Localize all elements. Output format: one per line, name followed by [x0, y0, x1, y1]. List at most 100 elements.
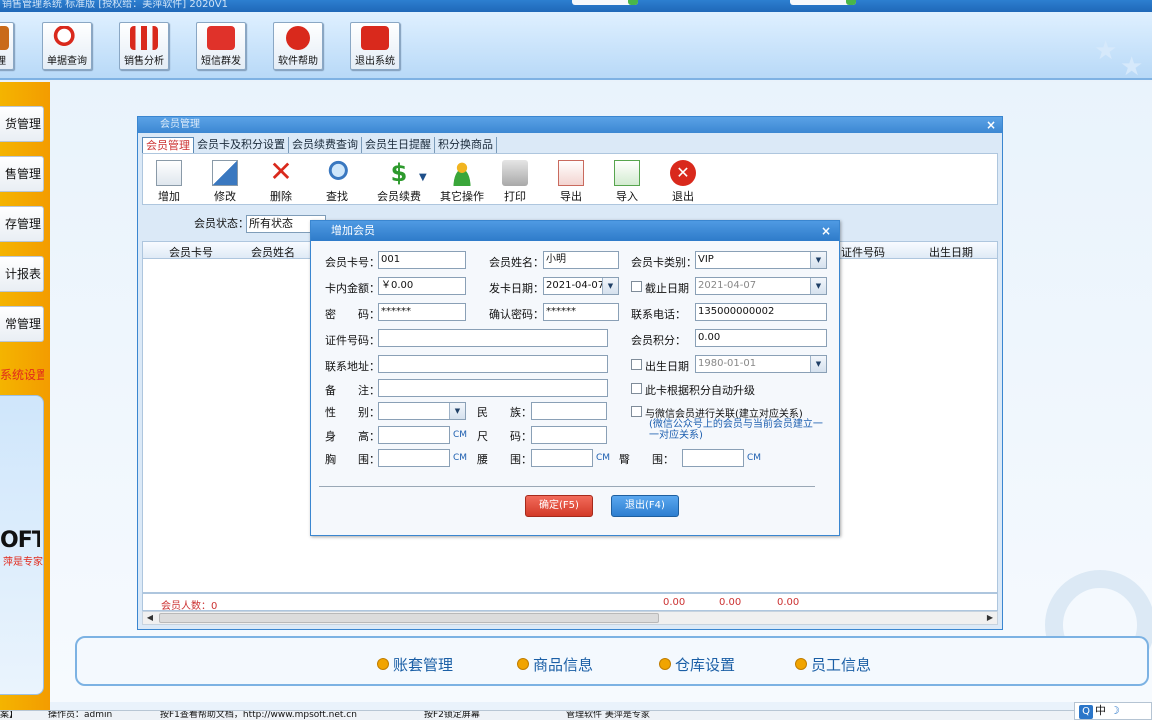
- points-label: 会员积分：: [631, 334, 686, 347]
- column-header[interactable]: 会员卡号: [169, 244, 213, 260]
- remark-input[interactable]: [378, 379, 608, 397]
- nav-product-info[interactable]: 商品信息: [517, 654, 593, 675]
- tab-member-manage[interactable]: 会员管理: [142, 137, 194, 153]
- scroll-right-icon[interactable]: ▶: [983, 612, 997, 624]
- address-input[interactable]: [378, 355, 608, 373]
- issue-date-picker[interactable]: 2021-04-07 ▼: [543, 277, 619, 295]
- toolbar-button-manage[interactable]: 理: [0, 22, 14, 70]
- birth-date-picker[interactable]: 1980-01-01 ▼: [695, 355, 827, 373]
- scrollbar-thumb[interactable]: [159, 613, 659, 623]
- manage-icon: [0, 26, 9, 50]
- password-input[interactable]: ******: [378, 303, 466, 321]
- auto-upgrade-checkbox[interactable]: [631, 383, 642, 394]
- name-input[interactable]: 小明: [543, 251, 619, 269]
- dialog-title: 增加会员: [331, 224, 375, 237]
- chevron-down-icon[interactable]: ▼: [810, 278, 826, 294]
- member-toolbar: 增加 修改 ✕ 删除 查找 $ 会员续费 ▼ 其它操作 打印 导出 导入 ✕ 退…: [142, 153, 998, 205]
- add-button[interactable]: 增加: [143, 160, 195, 204]
- exit-dialog-button[interactable]: 退出(F4): [611, 495, 679, 517]
- confirm-button[interactable]: 确定(F5): [525, 495, 593, 517]
- title-indicator: [572, 0, 638, 5]
- card-type-select[interactable]: VIP ▼: [695, 251, 827, 269]
- toolbar-button-doc-query[interactable]: 单据查询: [42, 22, 92, 70]
- other-ops-button[interactable]: 其它操作: [433, 160, 491, 204]
- exit-button[interactable]: ✕ 退出: [657, 160, 709, 204]
- sidebar-item-reports[interactable]: 计报表: [0, 256, 44, 292]
- sidebar-item-system[interactable]: 系统设置: [0, 366, 44, 383]
- toolbar-button-exit-system[interactable]: 退出系统: [350, 22, 400, 70]
- edit-button[interactable]: 修改: [199, 160, 251, 204]
- status-bar: 案】 操作员：admin 按F1查看帮助文档，http://www.mpsoft…: [0, 710, 1152, 720]
- chevron-down-icon[interactable]: ▼: [810, 252, 826, 268]
- size-input[interactable]: [531, 426, 607, 444]
- gender-label: 性 别：: [325, 406, 380, 419]
- balance-input[interactable]: ￥0.00: [378, 277, 466, 295]
- scroll-left-icon[interactable]: ◀: [143, 612, 157, 624]
- gender-select[interactable]: ▼: [378, 402, 466, 420]
- confirm-password-label: 确认密码：: [489, 308, 544, 321]
- card-type-label: 会员卡类别：: [631, 256, 697, 269]
- height-input[interactable]: [378, 426, 450, 444]
- waist-input[interactable]: [531, 449, 593, 467]
- birth-checkbox[interactable]: [631, 359, 642, 370]
- user-icon: [449, 160, 475, 186]
- star-decoration: ★: [1120, 52, 1144, 82]
- points-input[interactable]: 0.00: [695, 329, 827, 347]
- id-number-input[interactable]: [378, 329, 608, 347]
- close-icon[interactable]: ×: [986, 117, 996, 133]
- wechat-label: 与微信会员进行关联(建立对应关系): [645, 409, 803, 420]
- help-icon: [286, 26, 310, 50]
- password-label: 密 码：: [325, 308, 380, 321]
- phone-label: 联系电话：: [631, 308, 686, 321]
- hip-input[interactable]: [682, 449, 744, 467]
- toolbar-button-help[interactable]: 软件帮助: [273, 22, 323, 70]
- delete-button[interactable]: ✕ 删除: [255, 158, 307, 204]
- tab-renewal-query[interactable]: 会员续费查询: [289, 137, 362, 153]
- chevron-down-icon[interactable]: ▼: [419, 172, 427, 183]
- nav-employee-info[interactable]: 员工信息: [795, 654, 871, 675]
- export-button[interactable]: 导出: [545, 160, 597, 204]
- chevron-down-icon[interactable]: ▼: [602, 278, 618, 294]
- column-header[interactable]: 证件号码: [841, 244, 885, 260]
- confirm-password-input[interactable]: ******: [543, 303, 619, 321]
- expire-date-picker[interactable]: 2021-04-07 ▼: [695, 277, 827, 295]
- search-icon: [324, 160, 350, 186]
- nav-account-set[interactable]: 账套管理: [377, 654, 453, 675]
- hip-label: 臀 围：: [619, 453, 674, 466]
- toolbar-button-sms[interactable]: 短信群发: [196, 22, 246, 70]
- tab-card-points[interactable]: 会员卡及积分设置: [194, 137, 289, 153]
- chevron-down-icon[interactable]: ▼: [449, 403, 465, 419]
- height-label: 身 高：: [325, 430, 380, 443]
- sidebar-item-inventory[interactable]: 存管理: [0, 206, 44, 242]
- close-icon[interactable]: ×: [821, 221, 831, 241]
- status-operator: 操作员：admin: [48, 710, 113, 720]
- column-header[interactable]: 会员姓名: [251, 244, 295, 260]
- column-header[interactable]: 出生日期: [929, 244, 973, 260]
- card-no-input[interactable]: 001: [378, 251, 466, 269]
- sidebar-item-purchase[interactable]: 货管理: [0, 106, 44, 142]
- tab-points-exchange[interactable]: 积分换商品: [435, 137, 497, 153]
- card-type-value: VIP: [698, 254, 714, 265]
- tab-birthday-reminder[interactable]: 会员生日提醒: [362, 137, 435, 153]
- phone-input[interactable]: 135000000002: [695, 303, 827, 321]
- print-button[interactable]: 打印: [489, 160, 541, 204]
- edit-icon: [212, 160, 238, 186]
- nation-input[interactable]: [531, 402, 607, 420]
- main-toolbar: 理 单据查询 销售分析 短信群发 软件帮助 退出系统 ★ ★: [0, 12, 1152, 82]
- power-icon: [361, 26, 389, 50]
- sidebar-item-sales[interactable]: 售管理: [0, 156, 44, 192]
- expire-checkbox[interactable]: [631, 281, 642, 292]
- waist-label: 腰 围：: [477, 453, 532, 466]
- sidebar-item-daily[interactable]: 常管理: [0, 306, 44, 342]
- chest-label: 胸 围：: [325, 453, 380, 466]
- toolbar-button-sales-analysis[interactable]: 销售分析: [119, 22, 169, 70]
- nav-warehouse-settings[interactable]: 仓库设置: [659, 654, 735, 675]
- chest-input[interactable]: [378, 449, 450, 467]
- import-button[interactable]: 导入: [601, 160, 653, 204]
- wechat-checkbox[interactable]: [631, 406, 642, 417]
- chevron-down-icon[interactable]: ▼: [810, 356, 826, 372]
- member-count: 会员人数：0: [161, 601, 218, 612]
- horizontal-scrollbar[interactable]: ◀ ▶: [142, 611, 998, 625]
- search-button[interactable]: 查找: [311, 160, 363, 204]
- ime-indicator[interactable]: Q 中 ☽: [1074, 702, 1152, 720]
